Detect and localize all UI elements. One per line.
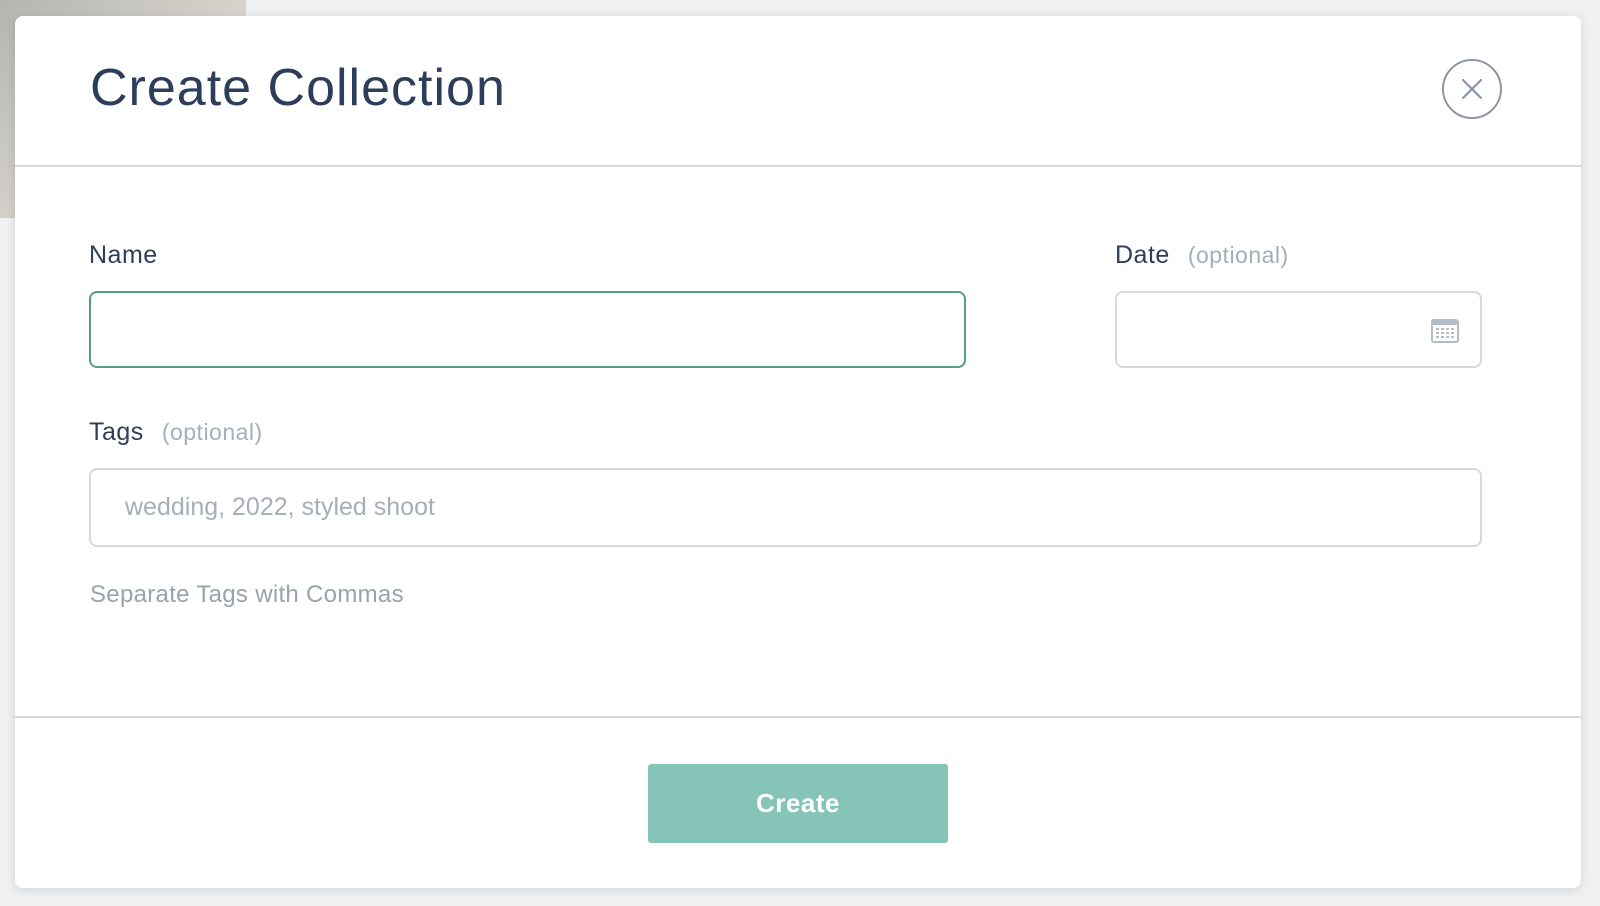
- name-label-text: Name: [89, 241, 158, 269]
- date-input[interactable]: [1117, 293, 1417, 366]
- name-label: Name: [89, 241, 158, 270]
- name-input[interactable]: [89, 291, 966, 368]
- date-label: Date (optional): [1115, 241, 1289, 270]
- create-button[interactable]: Create: [648, 764, 948, 843]
- modal-title: Create Collection: [90, 59, 506, 117]
- tags-label: Tags (optional): [89, 418, 263, 447]
- tags-label-text: Tags: [89, 418, 144, 446]
- date-field[interactable]: [1115, 291, 1482, 368]
- close-icon: [1461, 78, 1483, 100]
- tags-help-text: Separate Tags with Commas: [90, 581, 404, 608]
- calendar-icon[interactable]: [1431, 317, 1459, 343]
- footer-divider: [15, 716, 1581, 718]
- tags-input[interactable]: [89, 468, 1482, 547]
- create-collection-modal: Create Collection Name Date (optional) T…: [15, 16, 1581, 888]
- modal-header: Create Collection: [15, 16, 1581, 167]
- date-optional-text: (optional): [1187, 242, 1289, 268]
- tags-optional-text: (optional): [161, 419, 263, 445]
- close-button[interactable]: [1442, 59, 1502, 119]
- date-label-text: Date: [1115, 241, 1170, 269]
